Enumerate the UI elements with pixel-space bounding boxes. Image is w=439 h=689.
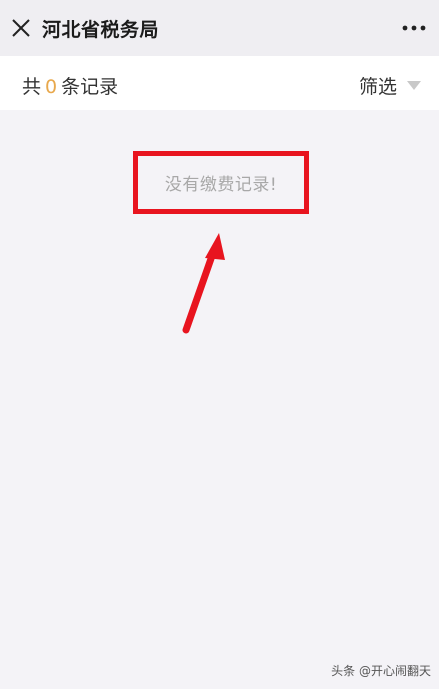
record-summary: 共 0 条记录	[22, 72, 118, 99]
title-bar: 河北省税务局	[0, 0, 439, 56]
record-count: 0	[45, 76, 58, 98]
empty-state-highlight: 没有缴费记录!	[133, 151, 309, 214]
watermark: 头条 @开心闹翻天	[331, 664, 431, 678]
close-button[interactable]	[6, 13, 36, 43]
more-horizontal-icon	[402, 25, 426, 31]
caret-down-icon	[407, 81, 421, 90]
record-suffix: 条记录	[61, 76, 119, 98]
annotation-arrow-icon	[182, 233, 225, 334]
filter-label: 筛选	[358, 76, 397, 98]
filter-button[interactable]: 筛选	[359, 72, 421, 99]
empty-state-message: 没有缴费记录!	[164, 175, 278, 195]
filter-bar: 共 0 条记录 筛选	[0, 56, 439, 110]
close-icon	[12, 19, 30, 37]
record-prefix: 共	[22, 76, 42, 98]
more-options-button[interactable]	[399, 14, 429, 42]
page-title: 河北省税务局	[42, 19, 160, 41]
